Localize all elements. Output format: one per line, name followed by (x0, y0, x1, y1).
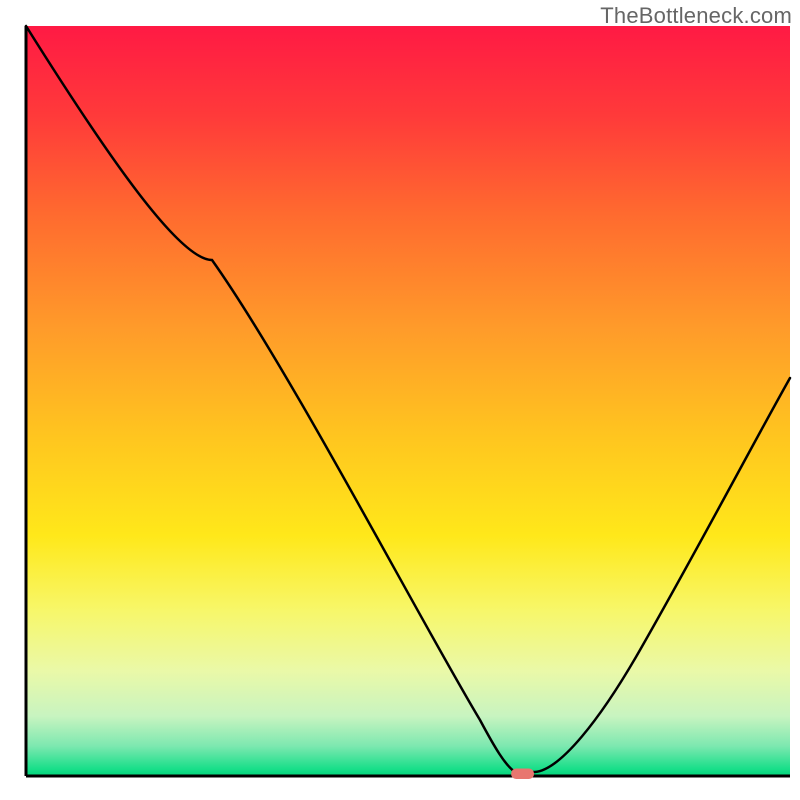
chart-container: TheBottleneck.com (0, 0, 800, 800)
chart-plot-bg (26, 26, 790, 776)
optimal-marker (511, 769, 534, 780)
bottleneck-chart (0, 0, 800, 800)
watermark-text: TheBottleneck.com (600, 3, 792, 29)
